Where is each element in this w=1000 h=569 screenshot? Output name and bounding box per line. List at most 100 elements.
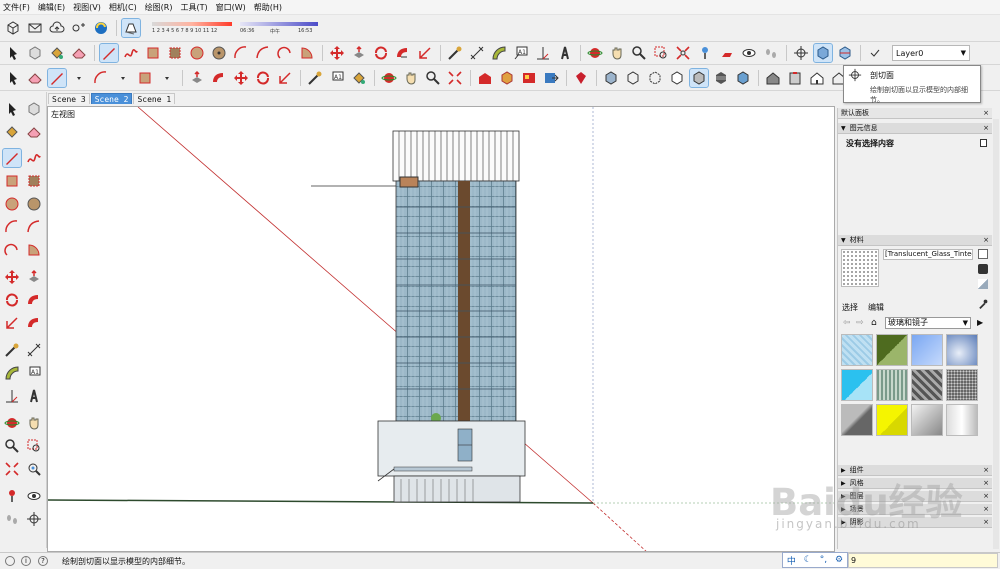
select-arrow-icon[interactable] bbox=[4, 69, 22, 87]
front-view-icon[interactable] bbox=[808, 69, 826, 87]
tab-scene-2[interactable]: Scene 2 bbox=[90, 93, 133, 104]
push-pull-icon[interactable] bbox=[188, 69, 206, 87]
menu-camera[interactable]: 相机(C) bbox=[109, 2, 137, 13]
zoom-window-icon[interactable] bbox=[25, 437, 43, 455]
collection-dropdown[interactable]: 玻璃和镜子 ▼ bbox=[885, 317, 971, 329]
menu-view[interactable]: 视图(V) bbox=[73, 2, 101, 13]
monochrome-icon[interactable] bbox=[734, 69, 752, 87]
eyedropper-icon[interactable] bbox=[978, 299, 988, 309]
scale-icon[interactable] bbox=[276, 69, 294, 87]
orbit-icon[interactable] bbox=[380, 69, 398, 87]
line-dropdown-icon[interactable] bbox=[70, 69, 88, 87]
close-icon[interactable]: × bbox=[983, 124, 989, 132]
back-edges-icon[interactable] bbox=[646, 69, 664, 87]
zoom-icon[interactable] bbox=[3, 437, 21, 455]
rotated-rectangle-icon[interactable] bbox=[25, 172, 43, 190]
text-icon[interactable]: A1 bbox=[328, 69, 346, 87]
three-point-arc-icon[interactable] bbox=[3, 241, 21, 259]
make-component-icon[interactable] bbox=[25, 100, 43, 118]
menu-tools[interactable]: 工具(T) bbox=[181, 2, 208, 13]
geo-location-icon[interactable] bbox=[5, 556, 15, 566]
protractor-icon[interactable] bbox=[490, 44, 508, 62]
display-section-planes-icon[interactable] bbox=[813, 43, 833, 63]
move-icon[interactable] bbox=[3, 268, 21, 286]
rotated-rectangle-icon[interactable] bbox=[166, 44, 184, 62]
top-view-icon[interactable] bbox=[786, 69, 804, 87]
create-material-icon[interactable] bbox=[978, 249, 988, 259]
measurements-box[interactable]: 9 bbox=[848, 553, 998, 568]
tape-measure-icon[interactable] bbox=[446, 44, 464, 62]
position-camera-icon[interactable] bbox=[3, 487, 21, 505]
material-swatch[interactable] bbox=[876, 334, 908, 366]
tab-scene-3[interactable]: Scene 3 bbox=[48, 93, 90, 104]
paint-bucket-icon[interactable] bbox=[3, 123, 21, 141]
select-arrow-icon[interactable] bbox=[4, 44, 22, 62]
scale-icon[interactable] bbox=[416, 44, 434, 62]
tray-scrollbar[interactable] bbox=[993, 119, 999, 549]
back-arrow-icon[interactable]: ⇦ bbox=[843, 318, 851, 328]
material-swatch[interactable] bbox=[946, 404, 978, 436]
move-icon[interactable] bbox=[232, 69, 250, 87]
eraser-icon[interactable] bbox=[26, 69, 44, 87]
pan-hand-icon[interactable] bbox=[402, 69, 420, 87]
walk-icon[interactable] bbox=[3, 510, 21, 528]
pan-hand-icon[interactable] bbox=[25, 414, 43, 432]
rotate-icon[interactable] bbox=[372, 44, 390, 62]
tape-measure-icon[interactable] bbox=[306, 69, 324, 87]
dimension-icon[interactable] bbox=[25, 341, 43, 359]
orbit-icon[interactable] bbox=[3, 414, 21, 432]
moon-icon[interactable]: ☾ bbox=[804, 555, 812, 565]
extension-warehouse-icon[interactable] bbox=[92, 19, 110, 37]
shadow-settings-sliders[interactable]: 1 2 3 4 5 6 7 8 9 10 11 12 06:36 中午 16:5… bbox=[148, 17, 324, 39]
tab-edit[interactable]: 编辑 bbox=[868, 302, 884, 313]
arc-dropdown-icon[interactable] bbox=[114, 69, 132, 87]
offset-icon[interactable] bbox=[25, 314, 43, 332]
material-swatch[interactable] bbox=[841, 404, 873, 436]
close-icon[interactable]: × bbox=[983, 518, 989, 526]
move-icon[interactable] bbox=[328, 44, 346, 62]
tape-measure-icon[interactable] bbox=[3, 341, 21, 359]
material-swatch[interactable] bbox=[946, 334, 978, 366]
circle-icon[interactable] bbox=[3, 195, 21, 213]
menu-window[interactable]: 窗口(W) bbox=[216, 2, 246, 13]
materials-icon[interactable] bbox=[520, 69, 538, 87]
line-pencil-icon[interactable] bbox=[99, 43, 119, 63]
polygon-icon[interactable] bbox=[25, 195, 43, 213]
drawing-viewport[interactable]: 左视图 bbox=[47, 106, 835, 552]
share-model-icon[interactable] bbox=[70, 19, 88, 37]
menu-help[interactable]: 帮助(H) bbox=[254, 2, 282, 13]
iso-house-icon[interactable] bbox=[764, 69, 782, 87]
push-pull-icon[interactable] bbox=[350, 44, 368, 62]
make-component-icon[interactable] bbox=[26, 44, 44, 62]
axes-icon[interactable] bbox=[534, 44, 552, 62]
wireframe-icon[interactable] bbox=[668, 69, 686, 87]
menu-draw[interactable]: 绘图(R) bbox=[145, 2, 173, 13]
shaded-icon[interactable] bbox=[689, 67, 709, 88]
material-swatch[interactable] bbox=[841, 334, 873, 366]
look-around-icon[interactable] bbox=[25, 487, 43, 505]
rectangle-icon[interactable] bbox=[144, 44, 162, 62]
pan-hand-icon[interactable] bbox=[608, 44, 626, 62]
sample-paint-icon[interactable] bbox=[978, 279, 988, 289]
previous-view-icon[interactable] bbox=[25, 460, 43, 478]
three-point-arc-icon[interactable] bbox=[276, 44, 294, 62]
zoom-icon[interactable] bbox=[424, 69, 442, 87]
follow-me-icon[interactable] bbox=[25, 291, 43, 309]
details-arrow-icon[interactable]: ▶ bbox=[977, 318, 983, 327]
forward-arrow-icon[interactable]: ⇨ bbox=[856, 318, 864, 328]
rectangle-icon[interactable] bbox=[3, 172, 21, 190]
3d-text-icon[interactable] bbox=[25, 387, 43, 405]
close-icon[interactable]: × bbox=[983, 466, 989, 474]
arc-icon[interactable] bbox=[92, 69, 110, 87]
ime-toolbar[interactable]: 中 ☾ °, ⚙ bbox=[782, 552, 848, 568]
lock-icon[interactable] bbox=[980, 139, 987, 147]
close-icon[interactable]: × bbox=[983, 479, 989, 487]
pie-icon[interactable] bbox=[25, 241, 43, 259]
material-swatch[interactable] bbox=[876, 369, 908, 401]
gear-icon[interactable]: ⚙ bbox=[835, 555, 843, 565]
ruby-icon[interactable] bbox=[572, 69, 590, 87]
tab-scene-1[interactable]: Scene 1 bbox=[133, 93, 176, 104]
zoom-extents-icon[interactable] bbox=[3, 460, 21, 478]
eraser-icon[interactable] bbox=[70, 44, 88, 62]
material-swatch[interactable] bbox=[911, 334, 943, 366]
